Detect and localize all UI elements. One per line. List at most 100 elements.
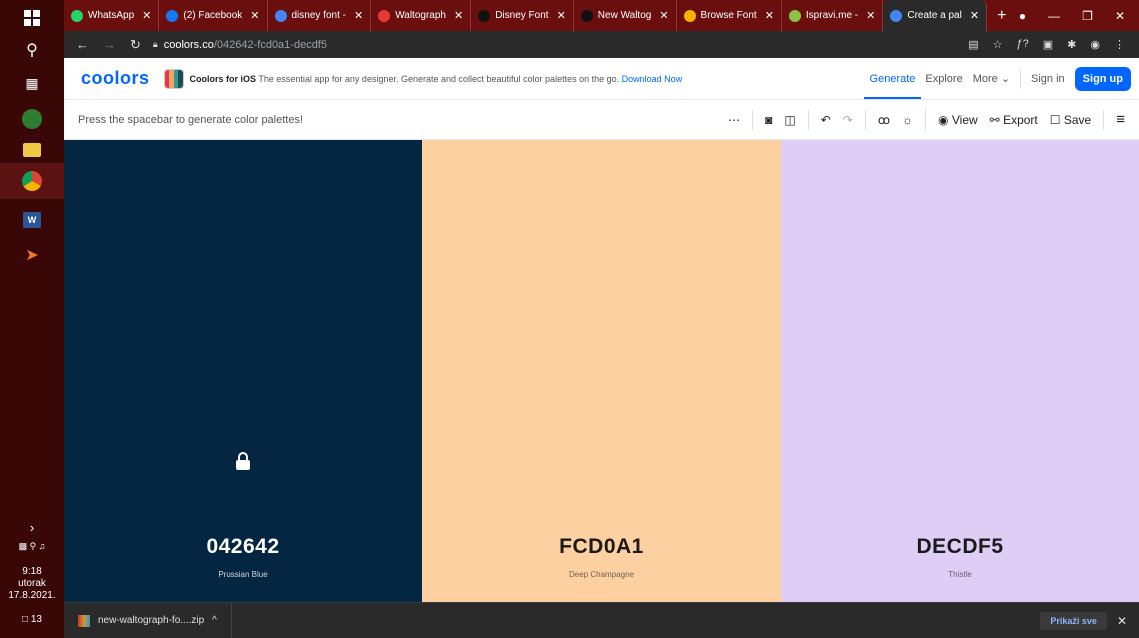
- tab[interactable]: disney font - ✕: [268, 0, 372, 31]
- tab-label: (2) Facebook: [183, 10, 243, 21]
- avatar[interactable]: ◉: [1090, 38, 1100, 51]
- view-button[interactable]: ◉ View: [938, 113, 978, 127]
- tab-favicon: [71, 9, 83, 22]
- nav-more[interactable]: More ⌄: [973, 72, 1010, 85]
- system-tray-icons[interactable]: ▩ ⚲ ♫: [0, 541, 64, 552]
- close-icon[interactable]: ✕: [866, 9, 875, 22]
- blender-icon[interactable]: ➤: [20, 243, 44, 267]
- file-explorer-icon[interactable]: [20, 138, 44, 162]
- close-icon[interactable]: ✕: [454, 9, 463, 22]
- tab-label: Create a pal: [907, 10, 962, 21]
- clock-time[interactable]: 9:18: [0, 566, 64, 577]
- profile-icon[interactable]: ●: [1019, 9, 1026, 23]
- lock-icon[interactable]: 🔒︎: [153, 39, 158, 50]
- tab-favicon: [580, 9, 593, 22]
- hamburger-menu-icon[interactable]: ≡: [1116, 111, 1125, 128]
- tab[interactable]: Ispravi.me - ✕: [782, 0, 884, 31]
- close-icon[interactable]: ✕: [970, 9, 979, 22]
- window-controls: ● — ❐ ✕: [1019, 9, 1139, 23]
- nav-generate[interactable]: Generate: [863, 73, 922, 99]
- chevron-up-icon[interactable]: ^: [212, 615, 217, 626]
- save-button[interactable]: ☐ Save: [1050, 113, 1091, 127]
- divider: [752, 109, 754, 130]
- reload-icon[interactable]: ↻: [130, 37, 141, 53]
- color-hex[interactable]: 042642: [64, 535, 422, 559]
- windows-start-icon[interactable]: [20, 6, 44, 30]
- color-swatch[interactable]: DECDF5 Thistle: [781, 140, 1139, 602]
- tab[interactable]: Browse Font ✕: [677, 0, 782, 31]
- close-icon[interactable]: ✕: [250, 9, 259, 22]
- close-icon[interactable]: ✕: [1117, 614, 1127, 628]
- divider: [807, 109, 809, 130]
- tab-favicon: [378, 9, 391, 22]
- color-swatch[interactable]: FCD0A1 Deep Champagne: [422, 140, 781, 602]
- minimize-icon[interactable]: —: [1048, 9, 1060, 23]
- extensions-area: ▤ ☆ ƒ? ▣ ✱ ◉ ⋮: [968, 38, 1139, 51]
- download-item[interactable]: new-waltograph-fo....zip ^: [64, 602, 232, 638]
- tab-active[interactable]: Create a pal ✕: [883, 0, 988, 31]
- show-all-button[interactable]: Prikaži sve: [1040, 611, 1107, 630]
- brightness-icon[interactable]: ☼: [902, 113, 913, 127]
- tab[interactable]: New Waltog ✕: [574, 0, 677, 31]
- nav-more-label: More: [972, 73, 998, 85]
- color-hex[interactable]: FCD0A1: [422, 535, 781, 559]
- menu-dots-icon[interactable]: ⋮: [1114, 38, 1125, 51]
- tab[interactable]: (2) Facebook ✕: [159, 0, 268, 31]
- layout-icon[interactable]: ◫: [784, 113, 795, 127]
- ios-promo: Coolors for iOS The essential app for an…: [190, 74, 683, 84]
- close-icon[interactable]: ✕: [765, 9, 774, 22]
- url-field[interactable]: 🔒︎ coolors.co/042642-fcd0a1-decdf5: [153, 35, 938, 55]
- tab[interactable]: Disney Font ✕: [471, 0, 574, 31]
- sign-up-button[interactable]: Sign up: [1074, 66, 1131, 91]
- glasses-icon[interactable]: ꝏ: [878, 113, 890, 127]
- close-icon[interactable]: ✕: [557, 9, 566, 22]
- coolors-logo[interactable]: coolors: [81, 68, 150, 89]
- bookmark-star-icon[interactable]: ☆: [993, 38, 1003, 51]
- notification-center-icon[interactable]: □ 13: [0, 614, 64, 625]
- tab-favicon: [274, 9, 287, 22]
- sign-in-link[interactable]: Sign in: [1031, 73, 1065, 85]
- close-icon[interactable]: ✕: [142, 9, 151, 22]
- url-path: /042642-fcd0a1-decdf5: [213, 38, 327, 51]
- extension-icon[interactable]: ▣: [1043, 38, 1053, 51]
- forward-icon[interactable]: →: [103, 37, 116, 53]
- redo-icon[interactable]: ↷: [843, 113, 853, 127]
- divider: [925, 109, 927, 130]
- browser-tab-strip: WhatsApp ✕ (2) Facebook ✕ disney font - ✕ W…: [64, 0, 1139, 31]
- ios-app-icon: [163, 68, 184, 89]
- puzzle-icon[interactable]: ✱: [1067, 38, 1076, 51]
- color-swatch[interactable]: 042642 Prussian Blue: [64, 140, 422, 602]
- tab-label: Waltograph: [395, 10, 446, 21]
- palette-toolbar: Press the spacebar to generate color pal…: [64, 100, 1139, 140]
- chrome-icon[interactable]: [22, 171, 42, 191]
- tab[interactable]: Waltograph ✕: [371, 0, 472, 31]
- color-hex[interactable]: DECDF5: [781, 535, 1139, 559]
- divider: [1020, 68, 1022, 89]
- bookmark-icon: ☐: [1049, 112, 1061, 127]
- camera-icon[interactable]: ◙: [765, 113, 772, 127]
- back-icon[interactable]: ←: [76, 37, 89, 53]
- windows-taskbar: ⚲ ▦ W ➤ › ▩ ⚲ ♫ 9:18 utorak 17.8.2021. □…: [0, 0, 64, 638]
- close-icon[interactable]: ✕: [659, 9, 668, 22]
- app-icon-green[interactable]: [22, 109, 42, 129]
- downloads-bar: new-waltograph-fo....zip ^ Prikaži sve ✕: [64, 602, 1139, 638]
- more-options-icon[interactable]: ⋯: [728, 113, 740, 127]
- new-tab-button[interactable]: +: [987, 7, 1016, 25]
- lock-icon[interactable]: [236, 452, 250, 470]
- font-extension-icon[interactable]: ƒ?: [1017, 38, 1029, 51]
- restore-icon[interactable]: ❐: [1082, 9, 1093, 23]
- tab-favicon: [166, 9, 179, 22]
- search-icon[interactable]: ⚲: [20, 38, 44, 62]
- translate-icon[interactable]: ▤: [968, 38, 978, 51]
- word-icon[interactable]: W: [20, 208, 44, 232]
- download-now-link[interactable]: Download Now: [622, 74, 683, 84]
- close-icon[interactable]: ✕: [354, 9, 363, 22]
- nav-explore[interactable]: Explore: [925, 73, 962, 85]
- close-window-icon[interactable]: ✕: [1115, 9, 1125, 23]
- tab[interactable]: WhatsApp ✕: [64, 0, 160, 31]
- task-view-icon[interactable]: ▦: [20, 71, 44, 95]
- undo-icon[interactable]: ↶: [821, 113, 831, 127]
- chevron-up-icon[interactable]: ›: [0, 520, 64, 535]
- export-button[interactable]: ⚯ Export: [990, 113, 1038, 127]
- screen: ⚲ ▦ W ➤ › ▩ ⚲ ♫ 9:18 utorak 17.8.2021. □…: [0, 0, 1139, 638]
